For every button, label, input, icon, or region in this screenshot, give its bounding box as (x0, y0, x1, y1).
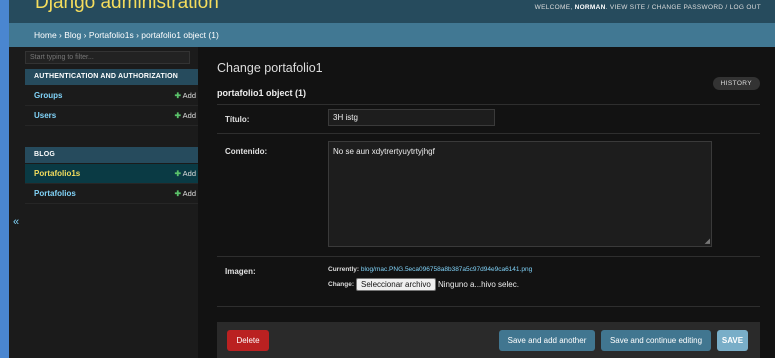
sidebar-item-label[interactable]: Users (34, 111, 56, 120)
divider (217, 104, 760, 105)
breadcrumb: Home › Blog › Portafolio1s › portafolio1… (9, 23, 775, 47)
breadcrumb-separator: › (81, 30, 89, 40)
breadcrumb-home[interactable]: Home (34, 30, 57, 40)
welcome-prefix: WELCOME, (534, 4, 575, 11)
save-and-add-another-button[interactable]: Save and add another (499, 330, 595, 351)
currently-row: Currently: blog/mac.PNG.5eca096758a8b387… (328, 266, 532, 273)
site-name[interactable]: Django administration (35, 0, 219, 14)
site-header: Django administration WELCOME, NORMAN. V… (9, 0, 775, 23)
imagen-label: Imagen: (225, 267, 256, 276)
add-label: Add (182, 91, 196, 100)
object-title: portafolio1 object (1) (217, 88, 307, 98)
add-label: Add (182, 111, 196, 120)
plus-icon: ✚ (174, 189, 181, 198)
titulo-input[interactable]: 3H istg (328, 109, 495, 126)
page-title: Change portafolio1 (217, 61, 323, 75)
save-and-continue-button[interactable]: Save and continue editing (601, 330, 711, 351)
toggle-nav-sidebar-button[interactable]: « (13, 216, 19, 228)
titulo-label: Título: (225, 115, 250, 124)
sidebar-item-label[interactable]: Groups (34, 91, 62, 100)
contenido-value: No se aun xdytrertyuytrtyjhgf (333, 147, 435, 156)
divider (217, 256, 760, 257)
breadcrumb-blog[interactable]: Blog (64, 30, 81, 40)
nav-filter-input[interactable]: Start typing to filter... (25, 51, 190, 64)
plus-icon: ✚ (174, 169, 181, 178)
sidebar-item-portafolio1s[interactable]: Portafolio1s ✚ Add (25, 164, 202, 184)
select-file-button[interactable]: Seleccionar archivo (356, 278, 436, 291)
history-button[interactable]: HISTORY (712, 77, 760, 90)
app-caption-blog[interactable]: BLOG (25, 147, 202, 163)
sidebar-item-label[interactable]: Portafolios (34, 189, 76, 198)
app-caption-auth[interactable]: AUTHENTICATION AND AUTHORIZATION (25, 69, 202, 85)
delete-button[interactable]: Delete (227, 330, 269, 351)
currently-label: Currently: (328, 266, 360, 273)
add-groups-link[interactable]: ✚ Add (175, 91, 196, 100)
save-button[interactable]: SAVE (717, 330, 748, 351)
view-site-link[interactable]: VIEW SITE (610, 4, 646, 11)
file-status: Ninguno a...hivo selec. (438, 280, 519, 289)
add-users-link[interactable]: ✚ Add (175, 111, 196, 120)
sidebar-item-label[interactable]: Portafolio1s (34, 169, 80, 178)
plus-icon: ✚ (174, 111, 181, 120)
breadcrumb-current: portafolio1 object (1) (141, 30, 219, 40)
contenido-textarea[interactable]: No se aun xdytrertyuytrtyjhgf ◢ (328, 141, 712, 247)
left-edge-stripe (0, 0, 9, 358)
add-portafolios-link[interactable]: ✚ Add (175, 189, 196, 198)
user-name: NORMAN (574, 4, 606, 11)
user-tools: WELCOME, NORMAN. VIEW SITE / CHANGE PASS… (535, 4, 761, 11)
submit-row: Delete Save and add another Save and con… (217, 322, 760, 358)
sidebar-item-groups[interactable]: Groups ✚ Add (25, 86, 202, 106)
sidebar-item-portafolios[interactable]: Portafolios ✚ Add (25, 184, 202, 204)
divider (217, 133, 760, 134)
sidebar-item-users[interactable]: Users ✚ Add (25, 106, 202, 126)
change-label: Change: (328, 281, 354, 288)
log-out-link[interactable]: LOG OUT (730, 4, 761, 11)
breadcrumb-portafolio1s[interactable]: Portafolio1s (89, 30, 134, 40)
divider (217, 306, 760, 307)
main-content: Change portafolio1 HISTORY portafolio1 o… (198, 47, 775, 358)
current-image-link[interactable]: blog/mac.PNG.5eca096758a8b387a5c97d94e9c… (361, 266, 532, 273)
plus-icon: ✚ (174, 91, 181, 100)
contenido-label: Contenido: (225, 147, 268, 156)
change-password-link[interactable]: CHANGE PASSWORD (652, 4, 724, 11)
add-portafolio1s-link[interactable]: ✚ Add (175, 169, 196, 178)
resize-handle-icon[interactable]: ◢ (705, 237, 710, 245)
add-label: Add (182, 169, 196, 178)
add-label: Add (182, 189, 196, 198)
nav-sidebar: Start typing to filter... AUTHENTICATION… (9, 47, 202, 358)
